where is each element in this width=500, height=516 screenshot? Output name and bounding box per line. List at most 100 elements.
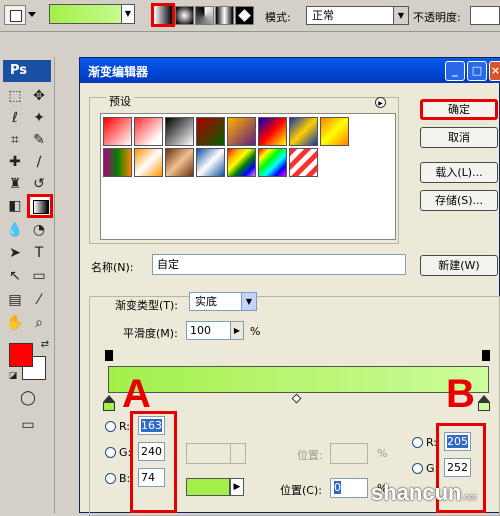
save-button[interactable]: 存储(S)... — [420, 190, 498, 211]
smoothness-field[interactable]: 100 ▶ — [186, 321, 244, 340]
tool-preset-picker[interactable] — [4, 5, 26, 25]
ps-logo[interactable]: Ps — [3, 60, 51, 82]
shape-tool-icon[interactable]: ▭ — [29, 266, 49, 286]
watermark-text: shancun — [371, 480, 462, 505]
preset-swatch[interactable] — [227, 148, 256, 177]
default-colors-icon[interactable]: ◪ — [3, 366, 23, 386]
path-selection-tool-icon[interactable]: ➤ — [5, 243, 25, 263]
color-stop-right[interactable] — [478, 395, 490, 402]
zoom-tool-icon[interactable]: ⌕ — [29, 313, 49, 333]
foreground-color-swatch[interactable] — [9, 343, 33, 367]
direct-selection-tool-icon[interactable]: ↖ — [5, 266, 25, 286]
gradient-picker-dropdown[interactable]: ▼ — [121, 5, 134, 23]
type-tool-icon[interactable]: T — [29, 243, 49, 263]
healing-brush-tool-icon[interactable]: ✚ — [5, 152, 25, 172]
stop-color-chip[interactable] — [186, 478, 230, 496]
maximize-button[interactable]: □ — [467, 61, 487, 81]
preset-swatch[interactable] — [103, 117, 132, 146]
close-button[interactable]: × — [489, 61, 500, 81]
reflected-gradient-button[interactable] — [215, 6, 234, 25]
history-brush-tool-icon[interactable]: ↺ — [29, 174, 49, 194]
preset-swatch[interactable] — [165, 148, 194, 177]
preset-swatch[interactable] — [289, 148, 318, 177]
clone-stamp-tool-icon[interactable]: ♜ — [5, 174, 25, 194]
chevron-down-icon[interactable]: ▼ — [393, 7, 408, 24]
gradient-type-select[interactable]: 实底 ▼ — [189, 292, 257, 311]
marquee-tool-icon[interactable]: ⬚ — [5, 86, 25, 106]
radial-gradient-button[interactable] — [175, 6, 194, 25]
preset-swatch[interactable] — [320, 117, 349, 146]
ok-button[interactable]: 确定 — [420, 99, 498, 120]
crop-tool-icon[interactable]: ⌗ — [5, 130, 25, 150]
name-input[interactable]: 自定 — [152, 254, 406, 275]
eraser-tool-icon[interactable]: ◧ — [5, 196, 25, 216]
presets-label: 预设 — [106, 93, 134, 109]
g-radio[interactable] — [105, 447, 116, 458]
b-label: B: — [119, 472, 131, 485]
new-button[interactable]: 新建(W) — [420, 255, 498, 276]
preset-swatch[interactable] — [134, 117, 163, 146]
b-radio[interactable] — [105, 473, 116, 484]
percent-sign-disabled: % — [377, 447, 388, 460]
color-stop-left[interactable] — [103, 395, 115, 402]
move-tool-icon[interactable]: ✥ — [29, 86, 49, 106]
notes-tool-icon[interactable]: ▤ — [5, 290, 25, 310]
load-button[interactable]: 载入(L)... — [420, 162, 498, 183]
swap-colors-icon[interactable]: ⇄ — [35, 335, 55, 355]
opacity-stop-field-disabled — [186, 443, 246, 464]
chevron-right-icon[interactable]: ▶ — [230, 322, 243, 339]
opacity-stop-left[interactable] — [105, 350, 113, 361]
preset-swatch[interactable] — [196, 117, 225, 146]
slice-tool-icon[interactable]: ✎ — [29, 130, 49, 150]
screen-mode-icon[interactable]: ▭ — [18, 415, 38, 435]
brush-tool-icon[interactable]: ∕ — [29, 152, 49, 172]
preset-swatch[interactable] — [258, 148, 287, 177]
gradient-tool-button[interactable] — [27, 194, 53, 218]
color-stop-left-swatch[interactable] — [103, 402, 115, 411]
diamond-gradient-button[interactable] — [235, 6, 254, 25]
blur-tool-icon[interactable]: 💧 — [5, 220, 25, 240]
color-stop-right-swatch[interactable] — [478, 402, 490, 411]
watermark: shancun.net — [371, 480, 476, 506]
preset-swatch[interactable] — [258, 117, 287, 146]
opacity-label: 不透明度: — [413, 11, 461, 24]
presets-menu-icon[interactable]: ▶ — [375, 97, 386, 108]
hand-tool-icon[interactable]: ✋ — [5, 313, 25, 333]
position-label-disabled: 位置: — [297, 449, 323, 462]
preset-swatch[interactable] — [134, 148, 163, 177]
opacity-stop-right[interactable] — [482, 350, 490, 361]
opacity-field[interactable] — [470, 6, 500, 25]
preset-swatch[interactable] — [289, 117, 318, 146]
quick-mask-icon[interactable]: ◯ — [18, 388, 38, 408]
position-value: 0 — [334, 481, 341, 494]
cancel-button[interactable]: 取消 — [420, 127, 498, 148]
mode-label: 模式: — [265, 11, 291, 24]
dodge-tool-icon[interactable]: ◔ — [29, 220, 49, 240]
mode-select[interactable]: 正常 ▼ — [306, 6, 409, 25]
percent-sign: % — [250, 325, 261, 338]
watermark-suffix: .net — [461, 492, 477, 502]
r-radio[interactable] — [412, 437, 423, 448]
angle-gradient-button[interactable] — [195, 6, 214, 25]
preset-swatch[interactable] — [165, 117, 194, 146]
position-label: 位置(C): — [280, 484, 322, 497]
r-radio[interactable] — [105, 421, 116, 432]
gradient-preview-bar[interactable] — [108, 366, 489, 393]
minimize-button[interactable]: _ — [445, 61, 465, 81]
magic-wand-tool-icon[interactable]: ✦ — [29, 108, 49, 128]
eyedropper-tool-icon[interactable]: ⁄ — [29, 290, 49, 310]
mode-select-value: 正常 — [312, 9, 334, 22]
chevron-down-icon[interactable] — [28, 12, 36, 17]
preset-swatch[interactable] — [196, 148, 225, 177]
chevron-right-icon[interactable]: ▶ — [230, 478, 244, 496]
gradient-type-label: 渐变类型(T): — [112, 297, 182, 313]
position-field-disabled — [330, 443, 368, 464]
r-label: R: — [119, 420, 131, 433]
linear-gradient-button[interactable] — [151, 3, 175, 27]
preset-swatch[interactable] — [103, 148, 132, 177]
chevron-down-icon[interactable]: ▼ — [241, 293, 256, 310]
preset-swatch[interactable] — [227, 117, 256, 146]
g-radio[interactable] — [412, 463, 423, 474]
lasso-tool-icon[interactable]: ℓ — [5, 108, 25, 128]
position-field[interactable]: 0 — [330, 478, 368, 498]
